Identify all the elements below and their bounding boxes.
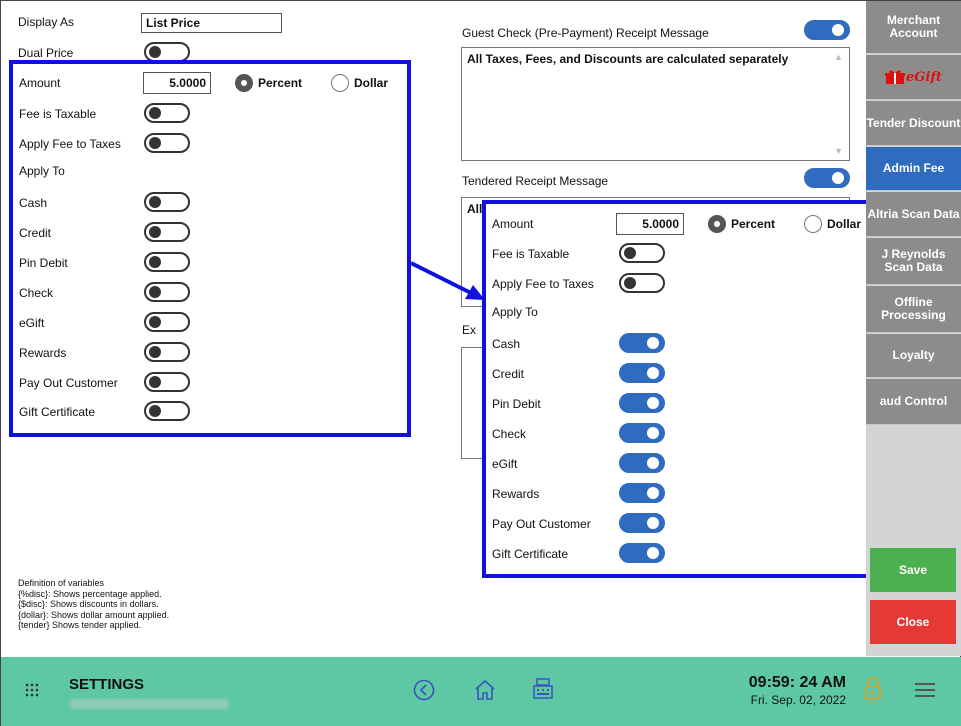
definition-item: {$disc}: Shows discounts in dollars.: [18, 599, 159, 609]
sidebar-item-fraud-control[interactable]: aud Control: [866, 379, 961, 425]
clock: 09:59: 24 AM Fri. Sep. 02, 2022: [729, 674, 846, 707]
sidebar-item-egift[interactable]: eGift: [866, 55, 961, 100]
zoom-toggle-credit[interactable]: [619, 363, 665, 383]
settings-sidebar: Merchant Account eGift Tender Discount A…: [866, 1, 961, 656]
zoom-toggle-egift[interactable]: [619, 453, 665, 473]
zoom-toggle-pin-debit[interactable]: [619, 393, 665, 413]
definition-item: {dollar}: Shows dollar amount applied.: [18, 609, 170, 620]
hamburger-icon[interactable]: [915, 682, 935, 698]
zoom-fee-panel: Amount 5.0000 Percent Dollar Fee is Taxa…: [482, 200, 881, 578]
definition-item: {%disc}: Shows percentage applied.: [18, 588, 162, 599]
save-button[interactable]: Save: [870, 548, 956, 592]
zoom-toggle-gift-certificate[interactable]: [619, 543, 665, 563]
sidebar-item-rj-reynolds[interactable]: J Reynolds Scan Data: [866, 238, 961, 285]
zoom-amount-field[interactable]: 5.0000: [616, 213, 684, 235]
register-icon[interactable]: [532, 677, 554, 701]
zoom-tender-label-rewards: Rewards: [492, 487, 540, 501]
definitions-title: Definition of variables: [18, 578, 105, 588]
zoom-tender-label-gift-certificate: Gift Certificate: [492, 547, 569, 561]
sidebar-item-altria-scan-data[interactable]: Altria Scan Data: [866, 192, 961, 237]
clock-time: 09:59: 24 AM: [748, 674, 846, 691]
zoom-tender-label-egift: eGift: [492, 457, 518, 471]
sidebar-item-admin-fee[interactable]: Admin Fee: [866, 147, 961, 191]
zoom-toggle-check[interactable]: [619, 423, 665, 443]
zoom-tender-label-check: Check: [492, 427, 527, 441]
zoom-toggle-payout[interactable]: [619, 513, 665, 533]
variable-definitions: Definition of variables {%disc}: Shows p…: [18, 578, 169, 631]
zoom-tender-label-cash: Cash: [492, 337, 521, 351]
settings-window: Display As List Price Dual Price Amount …: [0, 0, 961, 726]
sidebar-item-tender-discount[interactable]: Tender Discount: [866, 101, 961, 146]
zoom-percent-radio[interactable]: [708, 215, 726, 233]
zoom-toggle-rewards[interactable]: [619, 483, 665, 503]
zoom-apply-fee-label: Apply Fee to Taxes: [492, 277, 594, 291]
back-circle-icon[interactable]: [413, 679, 435, 701]
sidebar-item-merchant-account[interactable]: Merchant Account: [866, 1, 961, 54]
egift-label: eGift: [906, 69, 942, 85]
zoom-apply-to-label: Apply To: [492, 305, 538, 319]
clock-date: Fri. Sep. 02, 2022: [750, 693, 846, 707]
lock-icon[interactable]: [864, 677, 882, 701]
store-name-redacted: [69, 699, 229, 709]
sidebar-item-offline-processing[interactable]: Offline Processing: [866, 286, 961, 333]
zoom-tender-label-pin-debit: Pin Debit: [492, 397, 541, 411]
close-button[interactable]: Close: [870, 600, 956, 644]
zoom-toggle-cash[interactable]: [619, 333, 665, 353]
zoom-amount-label: Amount: [492, 217, 534, 231]
sidebar-item-loyalty[interactable]: Loyalty: [866, 334, 961, 378]
definition-item: {tender} Shows tender applied.: [18, 620, 142, 630]
zoom-fee-taxable-label: Fee is Taxable: [492, 247, 570, 261]
zoom-tender-label-payout: Pay Out Customer: [492, 517, 591, 531]
grid-menu-icon[interactable]: [25, 683, 39, 697]
zoom-apply-fee-toggle[interactable]: [619, 273, 665, 293]
zoom-dollar-radio[interactable]: [804, 215, 822, 233]
footer-bar: SETTINGS 09:59: 24 AM Fri. Sep. 02, 2022: [1, 657, 961, 726]
zoom-tender-label-credit: Credit: [492, 367, 525, 381]
zoom-dollar-label: Dollar: [827, 217, 862, 231]
gift-icon: [885, 70, 906, 84]
zoom-fee-taxable-toggle[interactable]: [619, 243, 665, 263]
zoom-percent-label: Percent: [731, 217, 776, 231]
footer-title: SETTINGS: [69, 676, 145, 693]
home-icon[interactable]: [473, 678, 497, 702]
